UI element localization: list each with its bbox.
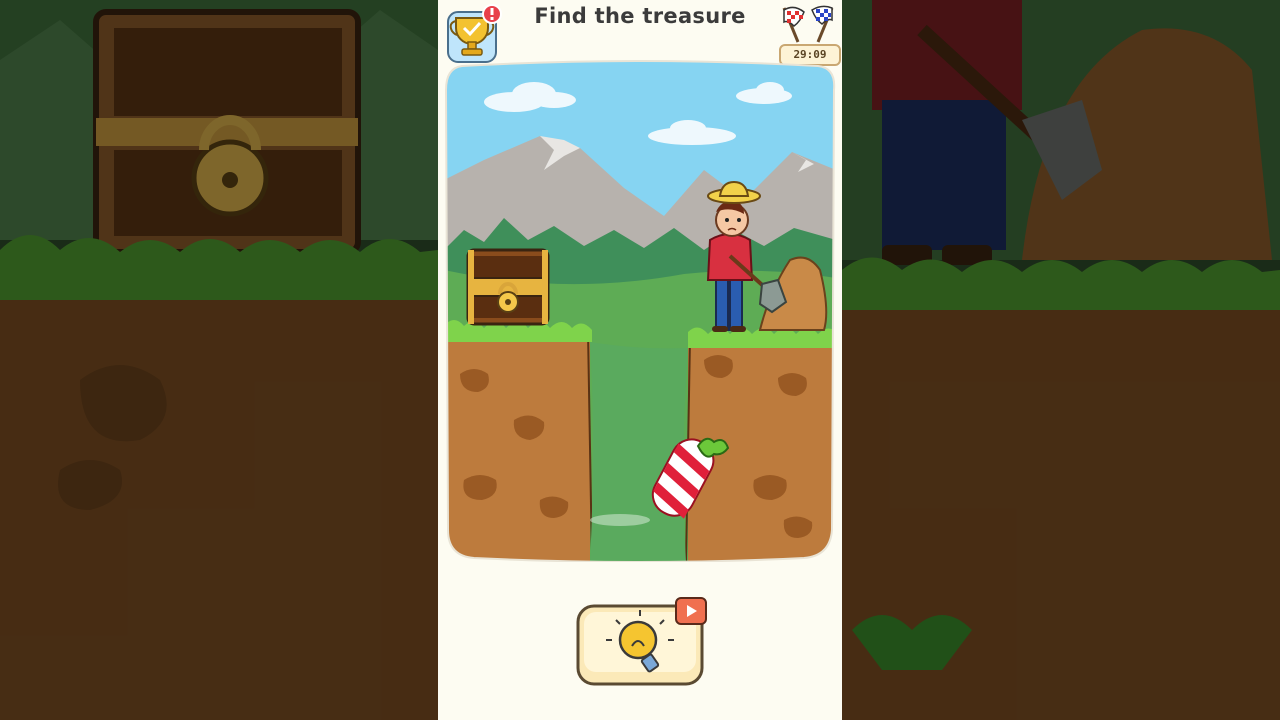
game-screen: Find the treasure 29:09: [438, 0, 842, 720]
play-video-icon: [675, 597, 707, 625]
treasure-chest[interactable]: [466, 248, 550, 326]
background-right-panel: [842, 0, 1280, 720]
left-cliff: [446, 320, 593, 562]
hint-button[interactable]: [576, 596, 710, 688]
background-left-panel: [0, 0, 438, 720]
puzzle-scene[interactable]: [444, 60, 836, 563]
